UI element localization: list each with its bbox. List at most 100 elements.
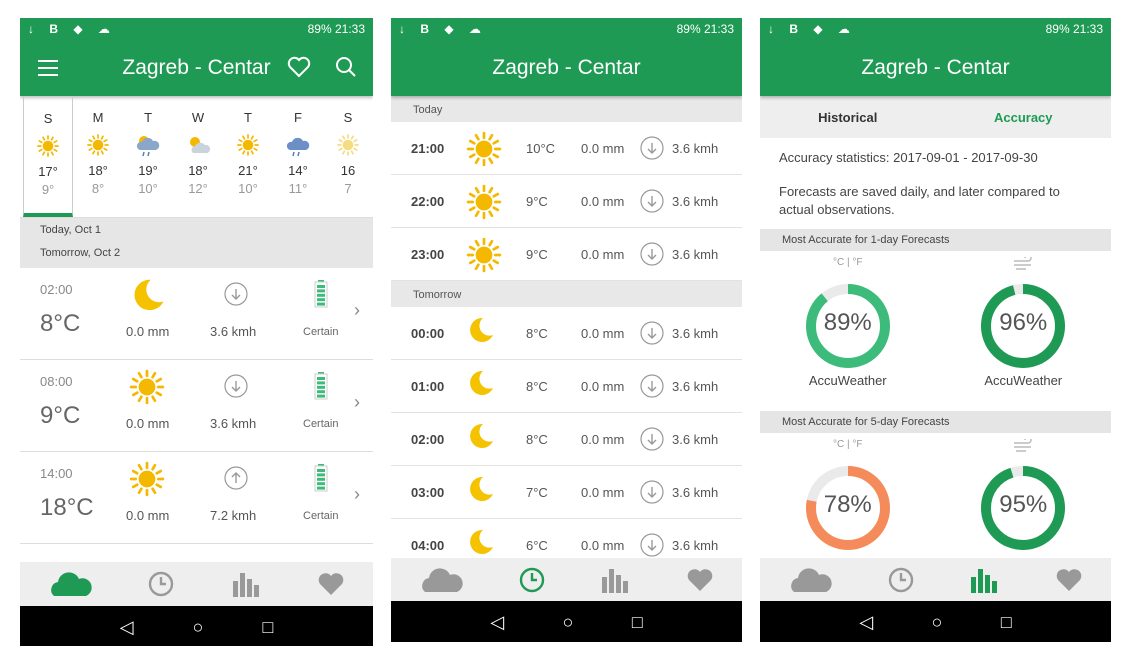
donut-temp-5d: 78%: [803, 463, 893, 553]
chevron-right-icon[interactable]: ›: [354, 392, 360, 413]
hour-wind: 3.6 kmh: [672, 537, 719, 553]
status-icons: ↓ B ◆ ☁: [768, 22, 856, 36]
hour-precip: 0.0 mm: [581, 484, 625, 500]
cloud-nav-icon[interactable]: [788, 566, 832, 594]
menu-icon[interactable]: [38, 60, 58, 81]
tomorrow-hour-rows: 00:00 8°C 0.0 mm 3.6 kmh 01:00 8°C 0.0 mm…: [391, 307, 742, 572]
app-title: Zagreb - Centar: [861, 56, 1010, 79]
moon-icon: [465, 368, 495, 401]
chart-nav-icon[interactable]: [600, 567, 630, 593]
temp-unit-label[interactable]: °C | °F: [773, 439, 923, 457]
screen-accuracy: ↓ B ◆ ☁ 89% 21:33 Zagreb - Centar Histor…: [760, 18, 1111, 642]
cloud-nav-icon[interactable]: [419, 566, 463, 594]
sun-icon: [465, 130, 503, 171]
back-icon[interactable]: ◁: [120, 617, 134, 638]
day-column[interactable]: S 16 7: [323, 96, 373, 217]
recents-icon[interactable]: □: [1001, 612, 1012, 633]
screen-hourly: ↓ B ◆ ☁ 89% 21:33 Zagreb - Centar Today …: [391, 18, 742, 642]
wind-arrow-icon: [640, 427, 664, 454]
clock-nav-icon[interactable]: [888, 567, 914, 593]
forecast-row[interactable]: 02:00 8°C 0.0 mm 3.6 kmh Certain ›: [20, 268, 373, 360]
tomorrow-header[interactable]: Tomorrow, Oct 2: [20, 243, 373, 268]
tab-accuracy[interactable]: Accuracy: [936, 110, 1112, 125]
recents-icon[interactable]: □: [632, 612, 643, 633]
donut-temp-1d: 89%: [803, 281, 893, 371]
five-day-header: Most Accurate for 5-day Forecasts: [760, 411, 1111, 433]
sun-icon: [128, 460, 166, 503]
search-icon[interactable]: [335, 56, 357, 78]
day-column[interactable]: M 18° 8°: [73, 96, 123, 217]
heart-nav-icon[interactable]: [1055, 567, 1083, 593]
day-column[interactable]: W 18° 12°: [173, 96, 223, 217]
forecast-row[interactable]: 08:00 9°C 0.0 mm 3.6 kmh Certain ›: [20, 360, 373, 452]
day-low: 12°: [188, 181, 208, 196]
day-column[interactable]: S 17° 9°: [23, 96, 74, 217]
wind-arrow-icon: [640, 533, 664, 560]
hour-time: 04:00: [411, 537, 445, 553]
wind-arrow-icon: [224, 374, 248, 403]
hour-wind: 3.6 kmh: [672, 140, 719, 156]
recents-icon[interactable]: □: [263, 617, 274, 638]
back-icon[interactable]: ◁: [490, 612, 504, 633]
sun-icon: [128, 368, 166, 411]
moon-icon: [465, 474, 495, 507]
row-confidence: Certain: [303, 510, 339, 522]
cloud-rain-icon: [123, 131, 173, 159]
hour-precip: 0.0 mm: [581, 537, 625, 553]
tomorrow-rows: 02:00 8°C 0.0 mm 3.6 kmh Certain › 08:00 …: [20, 268, 373, 544]
battery-level: 89%: [307, 22, 332, 36]
home-icon[interactable]: ○: [932, 612, 943, 633]
hour-temp: 8°C: [526, 378, 548, 394]
heart-nav-icon[interactable]: [686, 567, 714, 593]
hour-row[interactable]: 22:00 9°C 0.0 mm 3.6 kmh: [391, 175, 742, 228]
sun-icon: [24, 132, 72, 160]
chart-nav-icon[interactable]: [969, 567, 999, 593]
wind-arrow-icon: [640, 136, 664, 163]
hour-row[interactable]: 02:00 8°C 0.0 mm 3.6 kmh: [391, 413, 742, 466]
day-high: 19°: [138, 163, 158, 178]
wind-arrow-icon: [224, 466, 248, 495]
home-icon[interactable]: ○: [193, 617, 204, 638]
row-time: 08:00: [40, 374, 73, 389]
wind-arrow-icon: [640, 242, 664, 269]
favorite-heart-icon[interactable]: [287, 56, 311, 78]
hour-row[interactable]: 00:00 8°C 0.0 mm 3.6 kmh: [391, 307, 742, 360]
tomorrow-section-header: Tomorrow: [391, 281, 742, 307]
donut-wind-1d: 96%: [978, 281, 1068, 371]
temp-unit-label[interactable]: °C | °F: [773, 257, 923, 275]
back-icon[interactable]: ◁: [859, 612, 873, 633]
today-header[interactable]: Today, Oct 1: [20, 218, 373, 243]
heart-nav-icon[interactable]: [317, 571, 345, 597]
daily-strip: S 17° 9° M 18° 8° T 19° 10° W 18° 12° T 21° …: [20, 96, 373, 218]
cloud-nav-icon[interactable]: [48, 570, 92, 598]
day-column[interactable]: T 21° 10°: [223, 96, 273, 217]
day-column[interactable]: T 19° 10°: [123, 96, 173, 217]
wind-icon: [948, 436, 1098, 457]
screen-forecast: ↓ B ◆ ☁ 89% 21:33 Zagreb - Centar S 17° …: [20, 18, 373, 646]
clock-nav-icon[interactable]: [148, 571, 174, 597]
confidence-icon: [314, 372, 328, 405]
system-nav: ◁ ○ □: [391, 601, 742, 642]
hour-precip: 0.0 mm: [581, 246, 625, 262]
tab-historical[interactable]: Historical: [760, 110, 936, 125]
clock: 21:33: [1072, 22, 1103, 36]
wind-accuracy-5d: 95%: [948, 433, 1098, 550]
donut-pct: 95%: [999, 491, 1048, 518]
day-column[interactable]: F 14° 11°: [273, 96, 323, 217]
day-high: 18°: [88, 163, 108, 178]
chevron-right-icon[interactable]: ›: [354, 300, 360, 321]
row-time: 02:00: [40, 282, 73, 297]
donut-wind-5d: 95%: [978, 463, 1068, 553]
hour-row[interactable]: 03:00 7°C 0.0 mm 3.6 kmh: [391, 466, 742, 519]
hour-row[interactable]: 01:00 8°C 0.0 mm 3.6 kmh: [391, 360, 742, 413]
forecast-row[interactable]: 14:00 18°C 0.0 mm 7.2 kmh Certain ›: [20, 452, 373, 544]
hour-row[interactable]: 23:00 9°C 0.0 mm 3.6 kmh: [391, 228, 742, 281]
chart-nav-icon[interactable]: [231, 571, 261, 597]
home-icon[interactable]: ○: [563, 612, 574, 633]
clock-nav-icon[interactable]: [519, 567, 545, 593]
wind-arrow-icon: [224, 282, 248, 311]
status-bar: ↓ B ◆ ☁ 89% 21:33: [760, 18, 1111, 40]
chevron-right-icon[interactable]: ›: [354, 484, 360, 505]
hour-wind: 3.6 kmh: [672, 484, 719, 500]
hour-row[interactable]: 21:00 10°C 0.0 mm 3.6 kmh: [391, 122, 742, 175]
